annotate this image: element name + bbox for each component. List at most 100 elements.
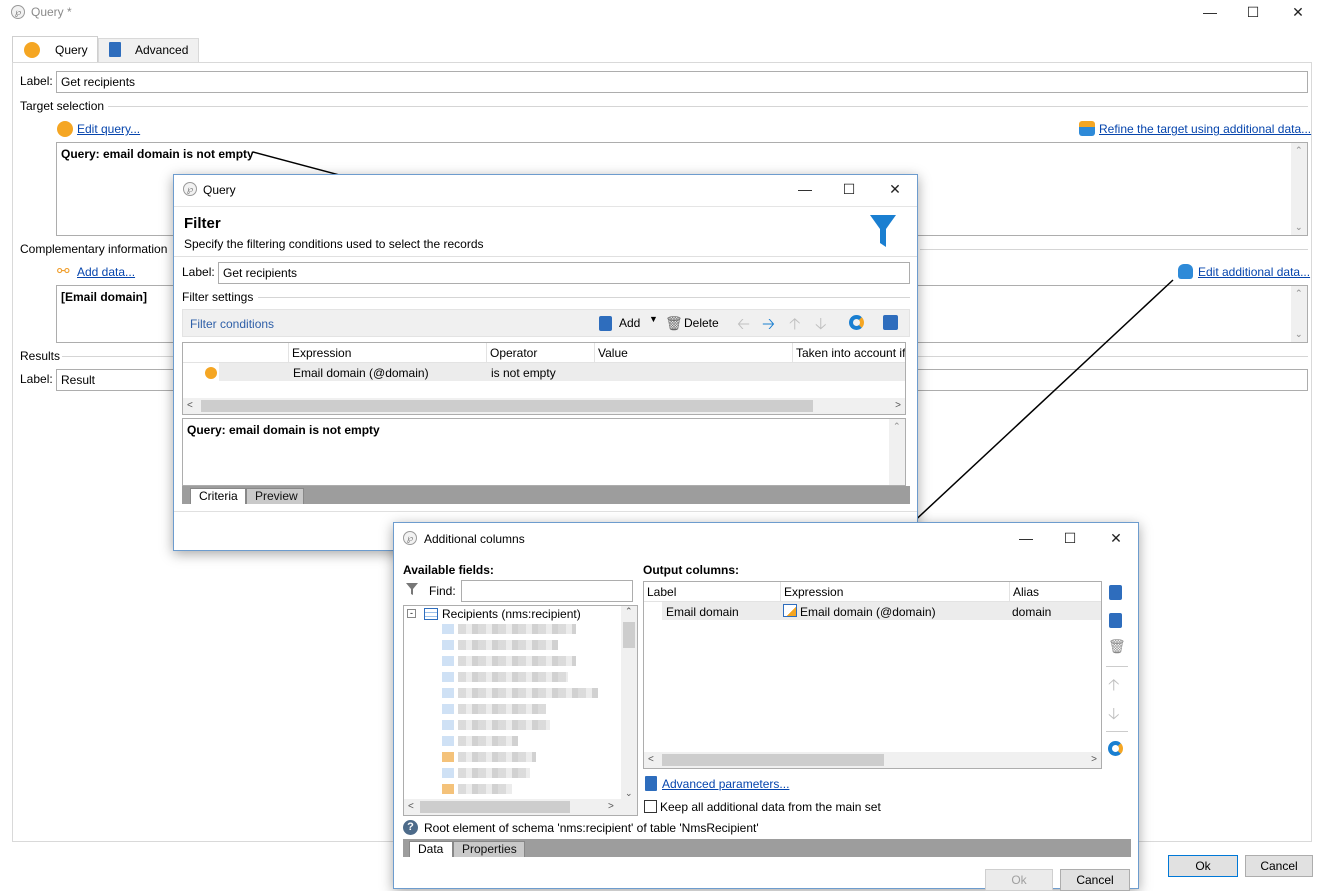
col-value[interactable]: Value [595,343,793,363]
expression-icon [783,604,797,617]
columns-dialog-maximize[interactable]: ☐ [1055,526,1085,550]
col-expression[interactable]: Expression [289,343,487,363]
col-expression[interactable]: Expression [781,582,1010,602]
scroll-left-icon: < [648,754,654,765]
field-icon [442,624,454,634]
add-condition-button[interactable]: Add ▼ [599,314,661,334]
scroll-thumb [662,754,884,766]
filter-toolbar: Filter conditions Add ▼ 🗑 Delete 🡠 🡢 🡡 🡣 [182,309,910,337]
arrow-up-icon[interactable]: 🡡 [789,313,801,340]
add-column-icon[interactable] [1109,585,1122,600]
advanced-params-link[interactable]: Advanced parameters... [662,777,789,791]
field-icon [442,672,454,682]
field-blur [458,784,512,794]
advanced-params-icon [645,776,657,791]
tree-vscroll[interactable]: ⌃ ⌄ [621,606,637,799]
table-icon [424,608,438,620]
scroll-right-icon: > [1091,754,1097,765]
filter-grid-row[interactable]: Email domain (@domain) is not empty [183,363,905,381]
scroll-left-icon: < [408,801,414,812]
field-blur [458,768,530,778]
field-blur [458,720,550,730]
tab-criteria[interactable]: Criteria [190,488,246,504]
arrow-right-icon[interactable]: 🡢 [762,313,775,340]
keep-all-label: Keep all additional data from the main s… [660,800,881,814]
query-dialog-minimize[interactable]: — [790,177,820,201]
col-label[interactable]: Label [644,582,781,602]
columns-dialog: ℘ Additional columns — ☐ ✕ Available fie… [393,522,1139,891]
callout-line-columns [893,279,1174,541]
field-blur [458,640,558,650]
field-blur [458,624,576,634]
query-dialog-maximize[interactable]: ☐ [834,177,864,201]
app-logo-icon: ℘ [183,182,197,196]
qd-label-field[interactable]: Get recipients [218,262,910,284]
qd-query-scrollbar[interactable]: ⌃ [889,419,905,485]
output-row-alias: domain [1012,605,1052,619]
field-blur [458,688,598,698]
field-blur [458,752,536,762]
field-icon [442,688,454,698]
tree-hscroll[interactable]: < > [404,799,637,815]
tree-root-label[interactable]: Recipients (nms:recipient) [442,607,581,621]
distribution-icon[interactable] [1108,741,1123,756]
columns-dialog-close[interactable]: ✕ [1101,526,1131,550]
filter-heading: Filter [184,215,221,232]
move-down-icon[interactable]: 🡣 [1108,703,1120,730]
find-input[interactable] [461,580,633,602]
edit-column-icon[interactable] [1109,613,1122,628]
delete-label: Delete [684,316,719,330]
trash-icon: 🗑 [665,315,683,331]
filter-grid-hscroll[interactable]: < > [183,398,905,414]
field-icon [442,656,454,666]
output-row-expression: Email domain (@domain) [800,605,936,619]
output-grid[interactable]: Label Expression Alias Email domain Emai… [643,581,1102,769]
tab-properties[interactable]: Properties [453,841,525,857]
col-alias[interactable]: Alias [1010,582,1101,602]
cd-cancel-button[interactable]: Cancel [1060,869,1130,891]
tab-preview[interactable]: Preview [246,488,304,504]
filter-grid-header: Expression Operator Value Taken into acc… [183,343,905,363]
scroll-right-icon: > [608,801,614,812]
field-blur [458,704,546,714]
filter-header: Filter Specify the filtering conditions … [174,206,917,256]
filter-conditions-label: Filter conditions [190,317,275,331]
qd-query-text: Query: email domain is not empty [187,423,380,437]
fields-tree[interactable]: - Recipients (nms:recipient) ⌃ ⌄ < > [403,605,638,816]
distribution-icon[interactable] [849,315,864,330]
tab-data[interactable]: Data [409,841,453,857]
cd-ok-button[interactable]: Ok [985,869,1053,891]
tree-collapse-icon[interactable]: - [407,609,416,618]
output-grid-header: Label Expression Alias [644,582,1101,602]
keep-all-checkbox[interactable] [644,800,657,813]
col-operator[interactable]: Operator [487,343,595,363]
grid-header-blank [183,343,289,363]
field-icon [442,736,454,746]
col-taken-into-account[interactable]: Taken into account if [793,343,905,363]
filter-subheading: Specify the filtering conditions used to… [184,237,484,251]
arrow-down-icon[interactable]: 🡣 [815,313,827,340]
save-icon[interactable] [883,315,898,330]
columns-dialog-minimize[interactable]: — [1011,526,1041,550]
move-up-icon[interactable]: 🡡 [1108,674,1120,701]
qd-tabbar: Criteria Preview [182,486,910,504]
available-fields-title: Available fields: [403,563,494,577]
field-icon [442,640,454,650]
qd-bottom-divider [174,511,917,512]
output-grid-hscroll[interactable]: < > [644,752,1101,768]
qd-label-caption: Label: [182,265,215,279]
filter-settings-title: Filter settings [182,290,254,304]
delete-column-icon[interactable]: 🗑 [1108,638,1126,655]
app-logo-icon: ℘ [403,531,417,545]
delete-condition-button[interactable]: 🗑 Delete [665,314,721,334]
columns-dialog-titlebar: ℘ Additional columns — ☐ ✕ [394,523,1138,553]
add-icon [599,316,612,331]
query-dialog-close[interactable]: ✕ [880,177,910,201]
output-row[interactable]: Email domain Email domain (@domain) doma… [644,602,1101,620]
query-dialog-title: Query [203,183,236,197]
side-toolbar-divider [1106,731,1128,732]
columns-dialog-title: Additional columns [424,532,525,546]
find-funnel-icon [406,583,418,595]
arrow-left-icon[interactable]: 🡠 [737,313,750,340]
qd-query-textarea[interactable]: Query: email domain is not empty ⌃ [182,418,906,486]
